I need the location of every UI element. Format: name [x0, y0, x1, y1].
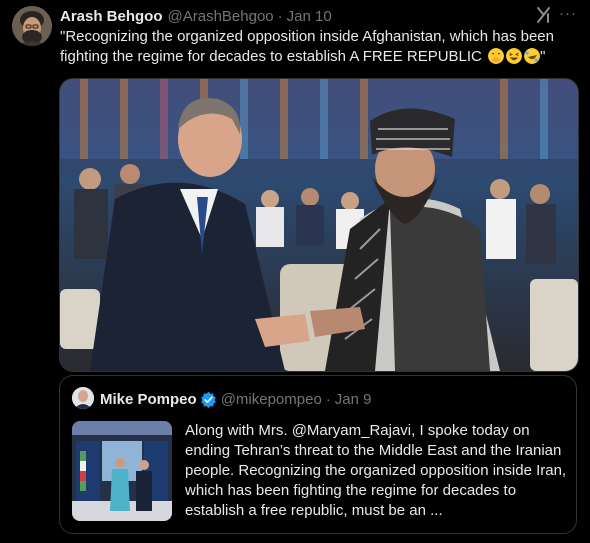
- tweet-text-body: "Recognizing the organized opposition in…: [60, 28, 554, 65]
- quoted-tweet-thumbnail[interactable]: [72, 421, 172, 521]
- more-icon[interactable]: ···: [556, 5, 580, 25]
- quoted-tweet-header: Mike Pompeo @mikepompeo · Jan 9: [100, 390, 372, 408]
- quoted-tweet-card[interactable]: Mike Pompeo @mikepompeo · Jan 9 Along wi…: [59, 375, 577, 534]
- author-name[interactable]: Arash Behgoo: [60, 8, 163, 25]
- quoted-author-name[interactable]: Mike Pompeo: [100, 391, 197, 408]
- rolling-on-the-floor-laughing-icon: [524, 48, 541, 64]
- header-separator: ·: [277, 7, 283, 25]
- author-handle[interactable]: @ArashBehgoo: [168, 8, 274, 25]
- verified-badge-icon[interactable]: [200, 391, 217, 408]
- stage-photo: [72, 421, 172, 521]
- quoted-header-separator: ·: [325, 390, 331, 408]
- quoted-author-avatar[interactable]: [72, 387, 94, 409]
- grinning-squinting-face-icon: [506, 48, 523, 64]
- grok-icon[interactable]: [534, 5, 554, 25]
- handshake-photo: [60, 79, 578, 371]
- tweet-media-image[interactable]: [59, 78, 579, 372]
- tweet-header: Arash Behgoo @ArashBehgoo · Jan 10: [60, 7, 332, 25]
- tweet-text-end: ": [540, 48, 546, 65]
- quoted-tweet-text: Along with Mrs. @Maryam_Rajavi, I spoke …: [185, 422, 567, 519]
- quoted-author-handle[interactable]: @mikepompeo: [221, 391, 322, 408]
- author-avatar[interactable]: [12, 6, 52, 46]
- face-with-hand-over-mouth-icon: [488, 48, 505, 64]
- quoted-avatar-image: [72, 387, 94, 409]
- tweet-text: "Recognizing the organized opposition in…: [60, 27, 580, 67]
- quoted-tweet-date[interactable]: Jan 9: [335, 391, 372, 408]
- tweet-date[interactable]: Jan 10: [287, 8, 332, 25]
- avatar-image: [12, 6, 52, 46]
